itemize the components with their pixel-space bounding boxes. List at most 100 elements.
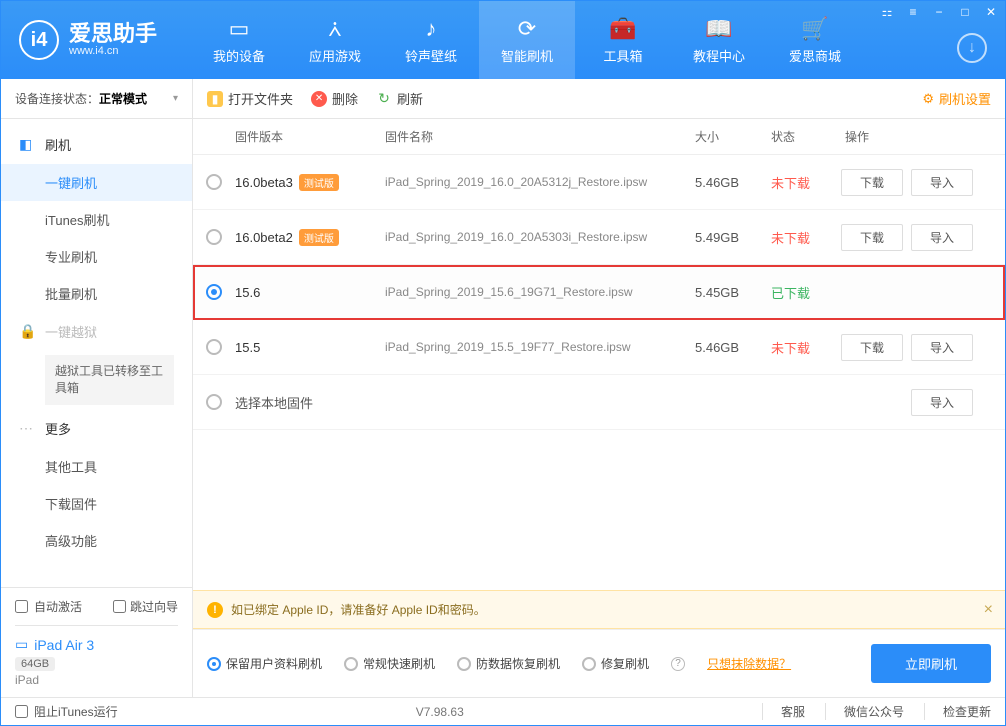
apps-icon: ⩑ bbox=[328, 16, 341, 42]
menu-icon[interactable]: ⚏ bbox=[879, 5, 895, 19]
firmware-size: 5.46GB bbox=[695, 340, 771, 355]
phone-icon: ▭ bbox=[229, 16, 250, 42]
opt-anti-recover[interactable]: 防数据恢复刷机 bbox=[457, 655, 560, 672]
version-text: 15.6 bbox=[235, 285, 260, 300]
table-row[interactable]: 16.0beta2测试版iPad_Spring_2019_16.0_20A530… bbox=[193, 210, 1005, 265]
beta-tag: 测试版 bbox=[299, 174, 339, 191]
row-radio[interactable] bbox=[206, 394, 222, 410]
lock-icon: 🔒 bbox=[19, 323, 37, 340]
download-center-icon[interactable]: ↓ bbox=[957, 33, 987, 63]
device-type: iPad bbox=[15, 673, 178, 687]
table-row[interactable]: 15.6iPad_Spring_2019_15.6_19G71_Restore.… bbox=[193, 265, 1005, 320]
row-radio[interactable] bbox=[206, 229, 222, 245]
side-item-other[interactable]: 其他工具 bbox=[1, 448, 192, 485]
side-item-batch[interactable]: 批量刷机 bbox=[1, 275, 192, 312]
table-header: 固件版本 固件名称 大小 状态 操作 bbox=[193, 119, 1005, 155]
flash-icon: ◧ bbox=[19, 136, 37, 153]
row-radio[interactable] bbox=[206, 284, 222, 300]
nav-tutorials[interactable]: 📖教程中心 bbox=[671, 1, 767, 79]
opt-repair[interactable]: 修复刷机 bbox=[582, 655, 649, 672]
firmware-size: 5.46GB bbox=[695, 175, 771, 190]
nav-my-device[interactable]: ▭我的设备 bbox=[191, 1, 287, 79]
nav-tabs: ▭我的设备 ⩑应用游戏 ♪铃声壁纸 ⟳智能刷机 🧰工具箱 📖教程中心 🛒爱思商城 bbox=[191, 1, 863, 79]
beta-tag: 测试版 bbox=[299, 229, 339, 246]
nav-ringtones[interactable]: ♪铃声壁纸 bbox=[383, 1, 479, 79]
side-group-flash[interactable]: ◧刷机 bbox=[1, 125, 192, 164]
auto-activate-checkbox[interactable] bbox=[15, 600, 28, 613]
update-link[interactable]: 检查更新 bbox=[924, 703, 991, 720]
support-link[interactable]: 客服 bbox=[762, 703, 805, 720]
table-row[interactable]: 16.0beta3 测试版 iPad_Spring_2019_16.0_20A531… bbox=[193, 155, 1005, 210]
row-radio[interactable] bbox=[206, 339, 222, 355]
help-icon[interactable]: ? bbox=[671, 657, 685, 671]
logo-icon: i4 bbox=[19, 20, 59, 60]
local-firmware-row[interactable]: 选择本地固件导入 bbox=[193, 375, 1005, 430]
nav-store[interactable]: 🛒爱思商城 bbox=[767, 1, 863, 79]
side-item-download[interactable]: 下载固件 bbox=[1, 485, 192, 522]
version-text: 15.5 bbox=[235, 340, 260, 355]
app-url: www.i4.cn bbox=[69, 45, 157, 57]
import-button[interactable]: 导入 bbox=[911, 334, 973, 361]
side-item-itunes[interactable]: iTunes刷机 bbox=[1, 201, 192, 238]
version-text: 16.0beta3 bbox=[235, 175, 293, 190]
side-group-jailbreak: 🔒一键越狱 bbox=[1, 312, 192, 351]
firmware-status: 已下载 bbox=[771, 283, 841, 302]
warning-icon: ! bbox=[207, 602, 223, 618]
chevron-down-icon: ▾ bbox=[173, 93, 178, 104]
firmware-name: iPad_Spring_2019_16.0_20A5312j_Restore.i… bbox=[385, 175, 695, 189]
window-controls: ⚏ ≡ − □ ✕ bbox=[879, 5, 999, 19]
flash-now-button[interactable]: 立即刷机 bbox=[871, 644, 991, 683]
open-folder-button[interactable]: ▮打开文件夹 bbox=[207, 89, 293, 108]
flash-options: 保留用户资料刷机 常规快速刷机 防数据恢复刷机 修复刷机 ? 只想抹除数据？ 立… bbox=[193, 629, 1005, 697]
import-button[interactable]: 导入 bbox=[911, 389, 973, 416]
refresh-icon: ↻ bbox=[376, 91, 392, 107]
close-icon[interactable]: ✕ bbox=[983, 5, 999, 19]
side-group-more[interactable]: ⋯更多 bbox=[1, 409, 192, 448]
download-button[interactable]: 下载 bbox=[841, 334, 903, 361]
nav-toolbox[interactable]: 🧰工具箱 bbox=[575, 1, 671, 79]
refresh-button[interactable]: ↻刷新 bbox=[376, 89, 423, 108]
app-name: 爱思助手 bbox=[69, 23, 157, 45]
download-button[interactable]: 下载 bbox=[841, 224, 903, 251]
erase-link[interactable]: 只想抹除数据？ bbox=[707, 655, 791, 672]
download-button[interactable]: 下载 bbox=[841, 169, 903, 196]
book-icon: 📖 bbox=[705, 16, 732, 42]
th-version: 固件版本 bbox=[235, 128, 385, 145]
notice-bar: ! 如已绑定 Apple ID，请准备好 Apple ID和密码。 × bbox=[193, 590, 1005, 629]
more-icon: ⋯ bbox=[19, 420, 37, 437]
logo-area: i4 爱思助手 www.i4.cn bbox=[1, 20, 191, 60]
nav-flash[interactable]: ⟳智能刷机 bbox=[479, 1, 575, 79]
th-size: 大小 bbox=[695, 128, 771, 145]
list-icon[interactable]: ≡ bbox=[905, 5, 921, 19]
skip-guide-checkbox[interactable] bbox=[113, 600, 126, 613]
block-itunes-checkbox[interactable] bbox=[15, 705, 28, 718]
jailbreak-note: 越狱工具已转移至工具箱 bbox=[45, 355, 174, 405]
row-radio[interactable] bbox=[206, 174, 222, 190]
delete-button[interactable]: ✕删除 bbox=[311, 89, 358, 108]
side-item-pro[interactable]: 专业刷机 bbox=[1, 238, 192, 275]
maximize-icon[interactable]: □ bbox=[957, 5, 973, 19]
minimize-icon[interactable]: − bbox=[931, 5, 947, 19]
device-block[interactable]: ▭iPad Air 3 64GB iPad bbox=[15, 625, 178, 687]
import-button[interactable]: 导入 bbox=[911, 169, 973, 196]
th-name: 固件名称 bbox=[385, 128, 695, 145]
opt-keep-data[interactable]: 保留用户资料刷机 bbox=[207, 655, 322, 672]
device-status[interactable]: 设备连接状态： 正常模式 ▾ bbox=[1, 79, 192, 119]
nav-apps[interactable]: ⩑应用游戏 bbox=[287, 1, 383, 79]
folder-icon: ▮ bbox=[207, 91, 223, 107]
table-row[interactable]: 15.5iPad_Spring_2019_15.5_19F77_Restore.… bbox=[193, 320, 1005, 375]
notice-close-icon[interactable]: × bbox=[984, 601, 993, 619]
import-button[interactable]: 导入 bbox=[911, 224, 973, 251]
cart-icon: 🛒 bbox=[801, 16, 828, 42]
firmware-status: 未下载 bbox=[771, 338, 841, 357]
device-icon: ▭ bbox=[15, 636, 28, 653]
firmware-size: 5.45GB bbox=[695, 285, 771, 300]
side-item-advanced[interactable]: 高级功能 bbox=[1, 522, 192, 559]
firmware-name: iPad_Spring_2019_16.0_20A5303i_Restore.i… bbox=[385, 230, 695, 244]
version-label: V7.98.63 bbox=[118, 705, 762, 719]
notice-text: 如已绑定 Apple ID，请准备好 Apple ID和密码。 bbox=[231, 601, 486, 618]
opt-normal[interactable]: 常规快速刷机 bbox=[344, 655, 435, 672]
wechat-link[interactable]: 微信公众号 bbox=[825, 703, 904, 720]
side-item-oneclick[interactable]: 一键刷机 bbox=[1, 164, 192, 201]
flash-settings-button[interactable]: ⚙刷机设置 bbox=[922, 89, 991, 108]
